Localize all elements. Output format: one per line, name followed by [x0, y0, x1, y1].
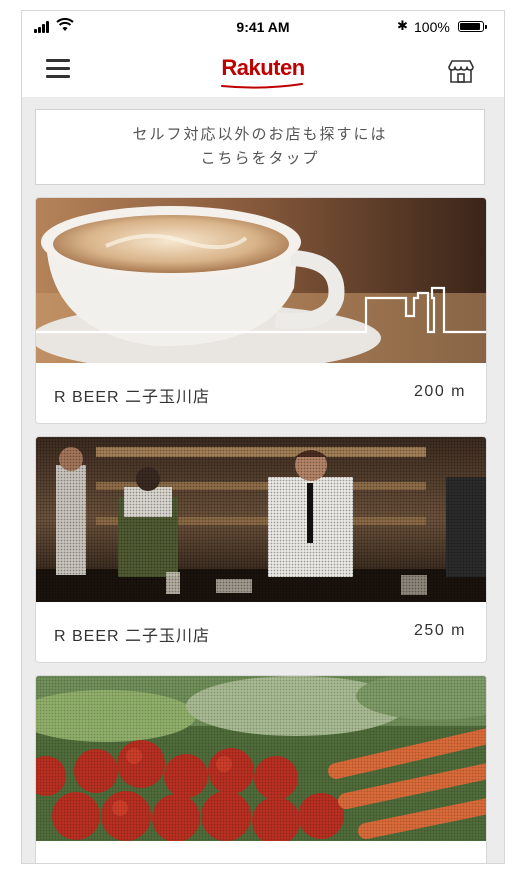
- app-screen: 9:41 AM ✱ 100% Rakuten セルフ対応以外のお店も探すには こ…: [21, 10, 505, 864]
- shop-photo: [36, 198, 486, 363]
- shop-photo: [36, 437, 486, 602]
- battery-percent: 100%: [414, 19, 450, 35]
- battery-fill: [460, 23, 480, 30]
- banner-text-line2: こちらをタップ: [200, 150, 320, 167]
- logo-swoosh: [221, 83, 303, 89]
- shop-distance: 200 m: [414, 383, 466, 400]
- shop-card[interactable]: R BEER 二子玉川店 200 m: [35, 197, 487, 424]
- bluetooth-icon: ✱: [397, 18, 408, 33]
- shop-name: R BEER 二子玉川店: [54, 628, 211, 645]
- battery-icon: [458, 21, 487, 32]
- nav-bar: Rakuten: [22, 43, 504, 97]
- store-button[interactable]: [446, 56, 476, 86]
- banner-text-line1: セルフ対応以外のお店も探すには: [132, 126, 388, 143]
- shop-photo: [36, 676, 486, 841]
- status-bar: 9:41 AM ✱ 100%: [22, 11, 504, 43]
- shop-distance: 250 m: [414, 622, 466, 639]
- store-icon: [448, 60, 474, 83]
- shop-card[interactable]: R BEER 二子玉川店 250 m: [35, 436, 487, 663]
- shop-card[interactable]: [35, 675, 487, 863]
- shop-name: R BEER 二子玉川店: [54, 389, 211, 406]
- logo: Rakuten: [221, 55, 305, 80]
- search-other-shops-banner[interactable]: セルフ対応以外のお店も探すには こちらをタップ: [35, 109, 485, 185]
